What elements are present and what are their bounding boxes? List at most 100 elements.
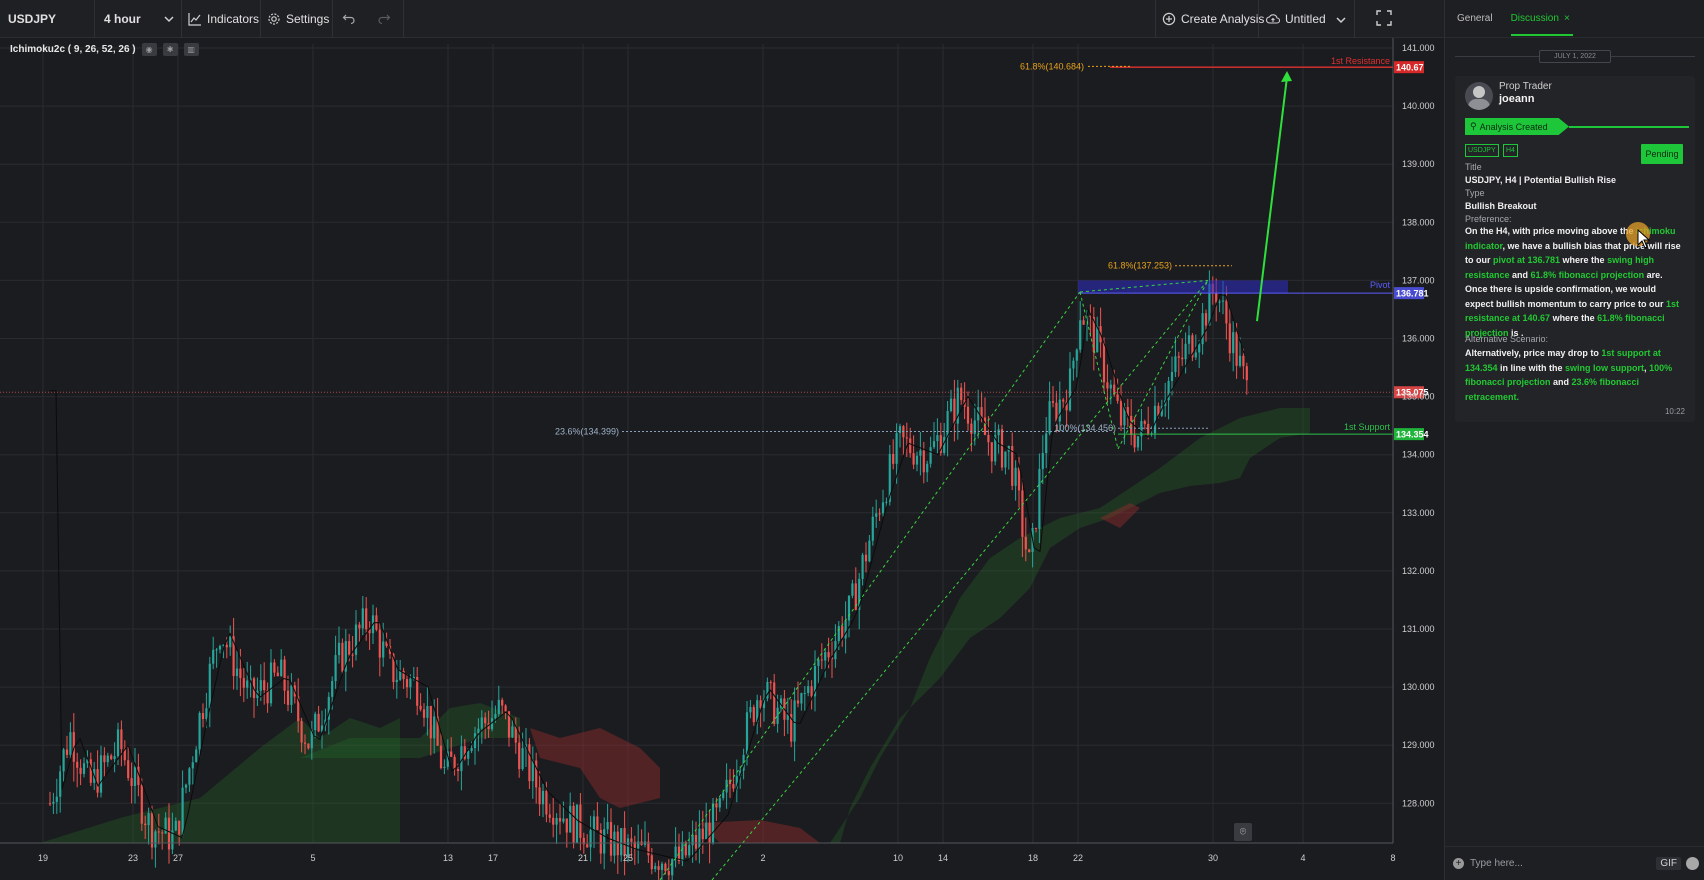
candle-body — [351, 654, 354, 656]
author-name[interactable]: joeann — [1499, 93, 1534, 105]
candle-body — [575, 804, 579, 843]
tag-timeframe[interactable]: H4 — [1503, 144, 1518, 157]
candle-body — [358, 624, 361, 629]
candle-body — [773, 682, 776, 724]
post-time: 10:22 — [1664, 407, 1685, 416]
candle-body — [205, 708, 208, 719]
emoji-icon[interactable] — [1686, 857, 1699, 870]
redo-button[interactable] — [377, 0, 391, 38]
x-tick-label: 14 — [938, 853, 948, 863]
candle-body — [718, 798, 721, 808]
symbol-selector[interactable]: USDJPY — [8, 0, 56, 38]
indicators-button[interactable]: Indicators — [188, 0, 259, 38]
preference-label: Preference: — [1465, 214, 1512, 224]
candle-body — [130, 778, 133, 786]
chart-grid — [0, 44, 1394, 843]
y-tick-label: 133.000 — [1402, 508, 1435, 518]
candle-body — [630, 838, 633, 842]
layout-selector[interactable]: Untitled — [1266, 0, 1346, 38]
candle-body — [334, 655, 337, 682]
y-tick-label: 134.000 — [1402, 450, 1435, 460]
alternative-text: Alternatively, price may drop to 1st sup… — [1465, 348, 1673, 402]
candle-body — [215, 649, 218, 651]
candle-body — [562, 818, 565, 822]
candle-body — [409, 678, 412, 688]
candle-body — [300, 721, 303, 743]
gear-icon[interactable]: ✱ — [162, 43, 178, 56]
candle-body — [59, 771, 62, 797]
price-chart[interactable]: 61.8%(140.684) 61.8%(137.253) 23.6%(134.39… — [0, 38, 1444, 880]
candle-body — [69, 732, 72, 755]
candle-body — [769, 681, 772, 683]
candle-body — [1194, 352, 1197, 358]
tab-discussion[interactable]: Discussion × — [1510, 13, 1573, 36]
candle-body — [711, 803, 715, 844]
toolbar-divider — [1155, 0, 1156, 38]
status-line — [1569, 126, 1689, 128]
candle-body — [181, 787, 184, 835]
candle-body — [218, 645, 222, 650]
candle-body — [548, 814, 551, 818]
candle-body — [1187, 335, 1191, 344]
chart-toolbar: USDJPY 4 hour Indicators Settings Create… — [0, 0, 1444, 38]
tag-symbol[interactable]: USDJPY — [1465, 144, 1499, 157]
candle-body — [511, 726, 514, 738]
candle-body — [1068, 368, 1072, 411]
candle-body — [82, 763, 86, 774]
candle-body — [116, 729, 120, 757]
mouse-cursor-icon — [1637, 229, 1651, 249]
candle-body — [912, 453, 915, 465]
candle-body — [932, 441, 936, 448]
candle-body — [650, 855, 653, 870]
candle-body — [1102, 342, 1106, 383]
date-divider: JULY 1, 2022 — [1455, 48, 1695, 64]
candle-body — [803, 692, 806, 694]
candle-body — [382, 641, 385, 658]
candle-body — [552, 817, 555, 825]
x-tick-label: 30 — [1208, 853, 1218, 863]
trash-icon[interactable]: ▥ — [183, 43, 199, 56]
avatar[interactable] — [1465, 82, 1493, 110]
x-tick-label: 4 — [1300, 853, 1305, 863]
eye-icon[interactable]: ◉ — [141, 43, 157, 56]
create-analysis-button[interactable]: Create Analysis — [1162, 0, 1264, 38]
message-input[interactable]: Type here... — [1470, 858, 1630, 869]
post-title: USDJPY, H4 | Potential Bullish Rise — [1465, 175, 1617, 185]
gif-button[interactable]: GIF — [1656, 857, 1681, 870]
candle-body — [127, 760, 130, 779]
candle-body — [589, 830, 592, 848]
candle-body — [807, 686, 810, 693]
settings-button[interactable]: Settings — [267, 0, 329, 38]
undo-button[interactable] — [342, 0, 356, 38]
candle-body — [824, 652, 827, 661]
candle-body — [235, 668, 239, 677]
candle-body — [1048, 401, 1051, 434]
plus-icon[interactable]: + — [1453, 858, 1464, 869]
settings-label: Settings — [286, 12, 330, 26]
candle-body — [378, 629, 381, 658]
candle-body — [497, 699, 500, 715]
tab-general[interactable]: General — [1457, 13, 1493, 24]
candle-body — [1184, 343, 1187, 360]
x-tick-label: 25 — [623, 853, 633, 863]
candle-body — [161, 832, 164, 834]
pivot-label: Pivot — [1370, 280, 1391, 290]
candle-body — [1170, 372, 1174, 382]
candle-body — [65, 749, 69, 755]
chart-canvas[interactable]: 61.8%(140.684) 61.8%(137.253) 23.6%(134.39… — [0, 38, 1444, 880]
fib-100-label: 100%(134.456) — [1054, 423, 1116, 433]
candle-body — [1228, 323, 1231, 354]
toolbar-divider — [1354, 0, 1355, 38]
candle-body — [817, 659, 820, 667]
lightbulb-icon[interactable]: ⌾ — [1234, 823, 1252, 841]
candle-body — [504, 705, 507, 712]
candle-body — [110, 755, 113, 760]
candle-body — [919, 450, 922, 456]
candle-body — [133, 766, 137, 786]
fullscreen-button[interactable] — [1376, 0, 1392, 38]
x-tick-label: 27 — [173, 853, 183, 863]
candle-body — [273, 662, 276, 673]
close-icon[interactable]: × — [1564, 13, 1570, 24]
interval-selector[interactable]: 4 hour — [104, 0, 174, 38]
x-tick-label: 18 — [1028, 853, 1038, 863]
